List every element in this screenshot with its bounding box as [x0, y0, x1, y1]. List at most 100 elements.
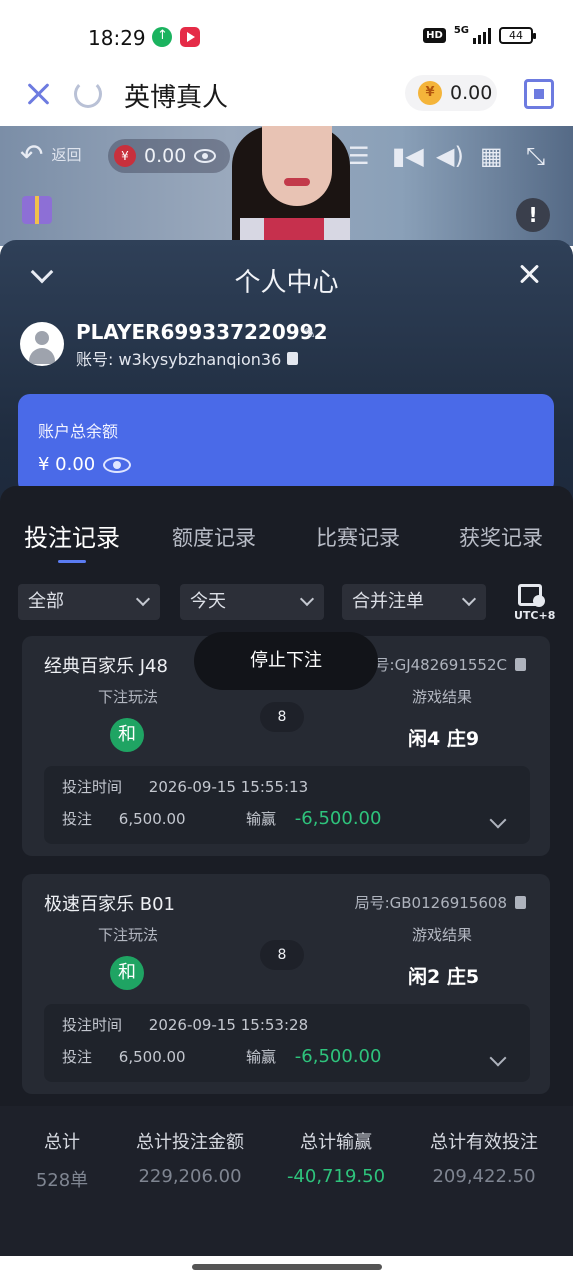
- summary-total: 总计 528单: [30, 1128, 94, 1192]
- signal-icon: [473, 27, 491, 44]
- video-app-icon: [180, 27, 200, 47]
- account-row: 账号: w3kysybzhanqion36: [76, 346, 299, 370]
- battery-icon: 44: [499, 27, 536, 44]
- tab-match-records[interactable]: 比赛记录: [316, 522, 400, 552]
- status-indicators: HD 5G 44: [423, 25, 536, 44]
- status-bar: 18:29 HD 5G 44: [0, 0, 573, 70]
- win-loss-label: 输赢: [246, 1048, 277, 1066]
- balance-amount-row: ¥ 0.00: [38, 454, 132, 475]
- eye-icon[interactable]: [103, 456, 132, 473]
- bet-play-label: 下注玩法: [98, 688, 159, 706]
- panel-close-icon[interactable]: [518, 262, 542, 286]
- bet-count: 8: [260, 702, 304, 732]
- bet-detail: 投注时间 2026-09-15 15:53:28 投注 6,500.00 输赢 …: [44, 1004, 530, 1082]
- win-loss-label: 输赢: [246, 810, 277, 828]
- tie-badge: 和: [110, 718, 144, 752]
- balance-label: 账户总余额: [38, 422, 119, 441]
- round-id: 局号:GJ482691552C: [360, 654, 526, 675]
- round-id: 局号:GB0126915608: [355, 892, 526, 913]
- bet-value: 6,500.00: [118, 810, 186, 828]
- summary-total-label: 总计: [44, 1132, 80, 1153]
- win-loss-value: -6,500.00: [294, 808, 382, 829]
- summary-bet-amount: 总计投注金额 229,206.00: [120, 1128, 260, 1187]
- bet-label: 投注: [62, 810, 93, 828]
- type-filter[interactable]: 全部: [18, 584, 160, 620]
- gesture-bar-area: [0, 1256, 573, 1280]
- bet-time-row: 投注时间 2026-09-15 15:55:13: [62, 776, 308, 797]
- refresh-icon[interactable]: [74, 80, 102, 108]
- tab-credit-records[interactable]: 额度记录: [172, 522, 256, 552]
- merge-filter[interactable]: 合并注单: [342, 584, 486, 620]
- eye-icon[interactable]: [194, 149, 217, 163]
- bet-play-label: 下注玩法: [98, 926, 159, 944]
- chevron-down-icon: [461, 591, 477, 607]
- bet-count: 8: [260, 940, 304, 970]
- date-filter[interactable]: 今天: [180, 584, 324, 620]
- chevron-down-icon[interactable]: [489, 811, 507, 829]
- summary-win-loss: 总计输赢 -40,719.50: [280, 1128, 392, 1187]
- balance-amount: ¥ 0.00: [38, 454, 96, 475]
- upload-app-icon: [152, 27, 172, 47]
- chevron-down-icon[interactable]: [489, 1049, 507, 1067]
- tab-award-records[interactable]: 获奖记录: [459, 522, 543, 552]
- bet-amount-row: 投注 6,500.00: [62, 808, 186, 829]
- dealer-lips: [284, 178, 310, 186]
- bet-time-label: 投注时间: [62, 778, 123, 796]
- summary-total-value: 528单: [35, 1170, 89, 1191]
- coin-icon: ¥: [418, 81, 442, 105]
- home-indicator[interactable]: [192, 1264, 382, 1270]
- summary-bar: 总计 528单 总计投注金额 229,206.00 总计输赢 -40,719.5…: [0, 1106, 573, 1256]
- info-icon[interactable]: !: [516, 198, 550, 232]
- volume-icon[interactable]: ◀): [436, 142, 464, 170]
- summary-win-loss-value: -40,719.50: [286, 1166, 386, 1187]
- bet-amount-row: 投注 6,500.00: [62, 1046, 186, 1067]
- calendar-clock-icon: [518, 584, 545, 607]
- account-id: 账号: w3kysybzhanqion36: [76, 350, 282, 369]
- copy-icon[interactable]: [287, 351, 299, 365]
- back-button[interactable]: ↶ 返回: [20, 140, 82, 168]
- network-label: 5G: [453, 25, 469, 36]
- summary-valid-bet-label: 总计有效投注: [430, 1132, 538, 1153]
- close-icon[interactable]: [24, 80, 52, 108]
- summary-valid-bet: 总计有效投注 209,422.50: [416, 1128, 552, 1187]
- summary-valid-bet-value: 209,422.50: [432, 1166, 536, 1187]
- grid-icon[interactable]: ▦: [480, 142, 503, 170]
- copy-icon[interactable]: [515, 658, 526, 671]
- balance-pill[interactable]: ¥ 0.00: [405, 75, 497, 111]
- personal-center-panel: 个人中心 PLAYER699337220992 ✎ 账号: w3kysybzha…: [0, 240, 573, 1256]
- dealer-face: [262, 126, 332, 206]
- timezone-button[interactable]: UTC+8: [514, 582, 558, 624]
- round-id-text: 局号:GB0126915608: [354, 894, 507, 912]
- camera-icon[interactable]: ▮◀: [392, 142, 424, 170]
- game-title: 极速百家乐 B01: [44, 894, 175, 915]
- game-result-label: 游戏结果: [412, 688, 473, 706]
- copy-icon[interactable]: [515, 896, 526, 909]
- menu-list-icon[interactable]: ☰: [348, 142, 370, 170]
- game-result: 闲4 庄9: [408, 728, 480, 750]
- game-result-label: 游戏结果: [412, 926, 473, 944]
- active-tab-indicator: [58, 560, 86, 563]
- bet-record-card[interactable]: 极速百家乐 B01 局号:GB0126915608 下注玩法 游戏结果 和 8 …: [22, 874, 550, 1094]
- hd-icon: HD: [423, 28, 446, 43]
- bet-time-label: 投注时间: [62, 1016, 123, 1034]
- yen-icon: ¥: [114, 145, 136, 167]
- video-wallet[interactable]: ¥ 0.00: [108, 139, 230, 173]
- edit-icon[interactable]: ✎: [304, 326, 316, 342]
- balance-card: 账户总余额 ¥ 0.00: [18, 394, 554, 494]
- summary-bet-amount-label: 总计投注金额: [136, 1132, 244, 1153]
- tie-badge: 和: [110, 956, 144, 990]
- round-id-text: 局号:GJ482691552C: [359, 656, 507, 674]
- back-label: 返回: [51, 146, 82, 164]
- fullscreen-icon[interactable]: [524, 79, 554, 109]
- win-loss-value: -6,500.00: [294, 1046, 382, 1067]
- game-title: 经典百家乐 J48: [44, 656, 168, 677]
- game-result: 闲2 庄5: [408, 966, 480, 988]
- app-title: 英博真人: [124, 83, 229, 113]
- tab-bet-records[interactable]: 投注记录: [24, 518, 120, 553]
- chevron-down-icon: [299, 591, 315, 607]
- bet-time-value: 2026-09-15 15:55:13: [148, 778, 309, 796]
- type-filter-value: 全部: [28, 591, 64, 612]
- collapse-icon[interactable]: ⤡: [526, 142, 545, 170]
- gift-icon[interactable]: [22, 196, 52, 224]
- header-balance: 0.00: [450, 82, 493, 104]
